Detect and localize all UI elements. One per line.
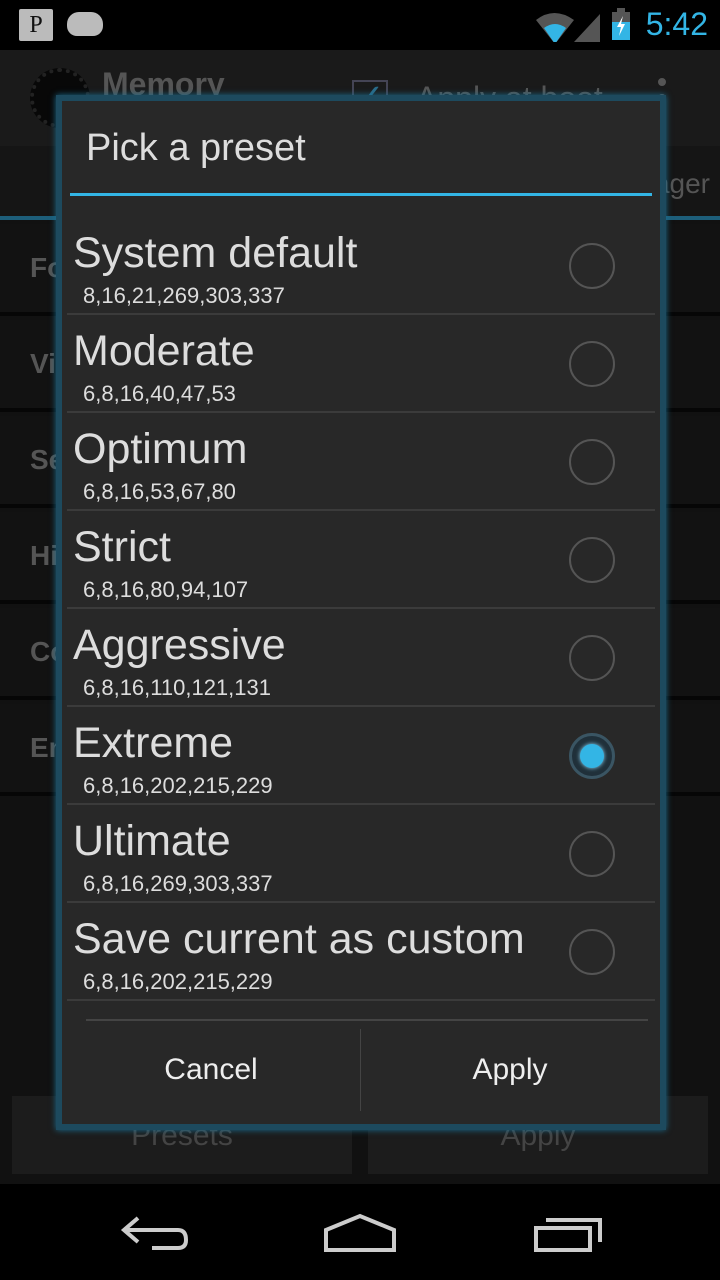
- row-label: Hi: [30, 540, 58, 571]
- cancel-button[interactable]: Cancel: [62, 1025, 360, 1115]
- apply-button[interactable]: Apply: [361, 1025, 659, 1115]
- battery-charging-icon: [612, 8, 630, 40]
- preset-name: Ultimate: [73, 817, 231, 865]
- status-bar: P 5:42: [0, 0, 720, 50]
- back-icon[interactable]: [118, 1210, 190, 1254]
- radio-button[interactable]: [569, 929, 615, 975]
- preset-values: 6,8,16,202,215,229: [83, 773, 273, 798]
- preset-name: Save current as custom: [73, 915, 525, 963]
- preset-values: 6,8,16,40,47,53: [83, 381, 236, 406]
- clock: 5:42: [645, 6, 708, 42]
- preset-dialog: Pick a preset System default 8,16,21,269…: [56, 95, 666, 1130]
- preset-values: 6,8,16,269,303,337: [83, 871, 273, 896]
- row-label: Vi: [30, 348, 56, 379]
- preset-option[interactable]: Save current as custom 6,8,16,202,215,22…: [67, 903, 655, 1001]
- radio-button[interactable]: [569, 341, 615, 387]
- preset-option[interactable]: Aggressive 6,8,16,110,121,131: [67, 609, 655, 707]
- signal-icon: [574, 14, 600, 42]
- android-icon: [67, 12, 103, 36]
- preset-values: 8,16,21,269,303,337: [83, 283, 285, 308]
- preset-name: Optimum: [73, 425, 248, 473]
- radio-button[interactable]: [569, 439, 615, 485]
- radio-button[interactable]: [569, 733, 615, 779]
- dialog-title: Pick a preset: [86, 127, 306, 169]
- preset-name: Aggressive: [73, 621, 286, 669]
- preset-name: Extreme: [73, 719, 234, 767]
- p-app-icon: P: [19, 9, 53, 41]
- radio-button[interactable]: [569, 831, 615, 877]
- radio-button[interactable]: [569, 243, 615, 289]
- preset-values: 6,8,16,80,94,107: [83, 577, 249, 602]
- preset-option[interactable]: Ultimate 6,8,16,269,303,337: [67, 805, 655, 903]
- preset-name: Strict: [73, 523, 171, 571]
- home-icon[interactable]: [322, 1210, 398, 1254]
- preset-option[interactable]: Strict 6,8,16,80,94,107: [67, 511, 655, 609]
- preset-values: 6,8,16,53,67,80: [83, 479, 236, 504]
- preset-name: Moderate: [73, 327, 255, 375]
- title-divider: [70, 193, 652, 196]
- preset-values: 6,8,16,202,215,229: [83, 969, 273, 994]
- button-divider: [86, 1019, 648, 1021]
- radio-button[interactable]: [569, 635, 615, 681]
- navigation-bar: [0, 1184, 720, 1280]
- preset-option[interactable]: Optimum 6,8,16,53,67,80: [67, 413, 655, 511]
- preset-option[interactable]: System default 8,16,21,269,303,337: [67, 217, 655, 315]
- preset-option[interactable]: Moderate 6,8,16,40,47,53: [67, 315, 655, 413]
- recent-apps-icon[interactable]: [532, 1210, 604, 1254]
- radio-button[interactable]: [569, 537, 615, 583]
- preset-option[interactable]: Extreme 6,8,16,202,215,229: [67, 707, 655, 805]
- preset-name: System default: [73, 229, 358, 277]
- preset-values: 6,8,16,110,121,131: [83, 675, 271, 700]
